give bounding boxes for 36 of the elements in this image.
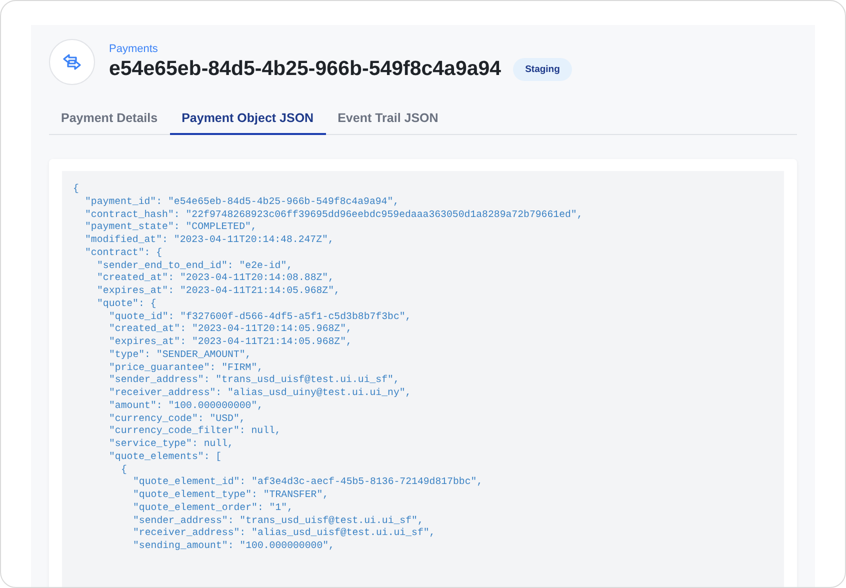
code-line: "quote_elements": [ [109,450,223,464]
code-line: "modified_at": "2023-04-11T20:14:48.247Z", [85,234,335,247]
code-line: "expires_at": "2023-04-11T21:14:05.968Z", [109,336,353,349]
transfer-icon [49,39,95,85]
code-line: "contract": { [85,246,164,260]
code-line: "payment_id": "e54e65eb-84d5-4b25-966b-549f8c4a9a94", [85,196,400,208]
tab[interactable]: Payment Object JSON [170,105,326,135]
tab[interactable]: Event Trail JSON [326,105,450,135]
page-title: e54e65eb-84d5-4b25-966b-549f8c4a9a94 [109,57,502,81]
environment-badge: Staging [513,58,572,80]
code-line: "sender_address": "trans_usd_uisf@test.ui.ui_sf", [109,374,400,387]
code-line: "quote_element_type": "TRANSFER", [133,489,330,502]
code-line: "currency_code_filter": null, [109,425,282,438]
code-line: "quote_element_order": "1", [133,502,294,514]
code-line: "type": "SENDER_AMOUNT", [109,348,252,362]
code-line: "sender_address": "trans_usd_uisf@test.ui.ui_sf", [133,514,424,528]
code-line: "quote": { [97,298,158,310]
code-line: "currency_code": "USD", [109,412,246,426]
code-line: "quote_element_id": "af3e4d3c-aecf-45b5-8136-72149d817bbc", [133,476,484,489]
code-line: "payment_state": "COMPLETED", [85,221,258,234]
code-line: "quote_id": "f327600f-d566-4df5-a5f1-c5d3b8b7f3bc", [109,310,412,324]
code-line: "receiver_address": "alias_usd_uiny@test.ui.ui_ny", [109,387,412,400]
breadcrumb-link[interactable]: Payments [109,43,572,55]
tab[interactable]: Payment Details [49,105,170,135]
code-line: { [73,183,80,196]
code-line: "expires_at": "2023-04-11T21:14:05.968Z", [97,285,341,298]
code-line: "created_at": "2023-04-11T20:14:05.968Z", [109,323,353,336]
code-line: "contract_hash": "22f9748268923c06ff39695dd96eebdc959edaaa363050d1a8289a72b79661ed", [85,208,584,222]
code-line: "receiver_address": "alias_usd_uisf@test.ui.ui_sf", [133,527,436,540]
code-line: "amount": "100.000000000", [109,400,264,412]
code-line: { [121,464,128,476]
code-line: "sending_amount": "100.000000000", [133,540,336,553]
code-line: "created_at": "2023-04-11T20:14:08.88Z", [97,272,336,285]
code-line: "price_guarantee": "FIRM", [109,362,264,374]
code-line: "sender_end_to_end_id": "e2e-id", [97,260,294,272]
code-line: "service_type": null, [109,438,234,451]
